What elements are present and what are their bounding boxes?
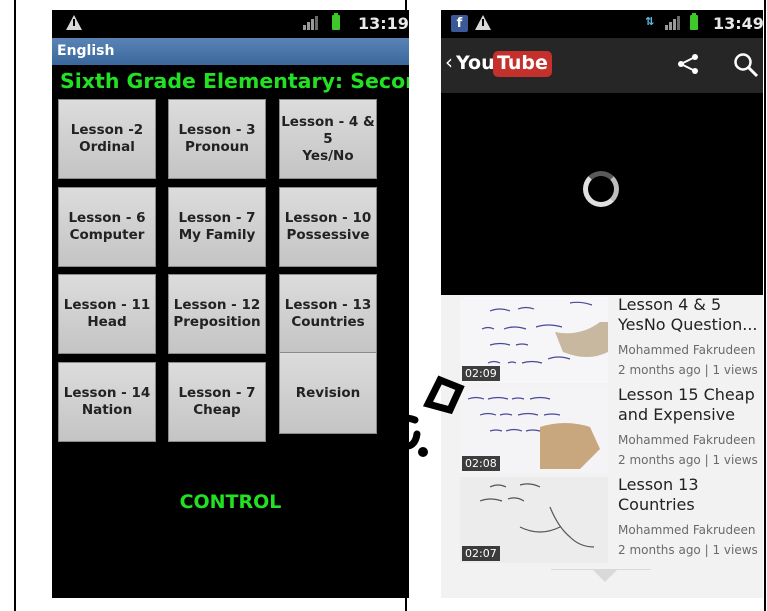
status-time-right: 13:49 (713, 14, 763, 33)
video-player[interactable] (441, 93, 763, 295)
video-duration: 02:08 (462, 456, 500, 471)
app-title-bar: English (52, 38, 409, 65)
lesson-topic: My Family (178, 227, 256, 243)
lesson-number: Lesson - 4 & 5 (281, 113, 375, 147)
loading-spinner-icon (583, 171, 619, 207)
lesson-number: Lesson - 11 (63, 297, 151, 313)
right-phone-screen: f ⇅ 13:49 ‹ You Tube 02:09 Lesson 4 & 5 … (441, 10, 763, 598)
lesson-number: Lesson - 14 (63, 385, 151, 401)
lesson-number: Lesson -2 (70, 122, 144, 138)
youtube-toolbar: ‹ You Tube (441, 38, 763, 93)
video-meta: 2 months ago | 1 views (618, 363, 758, 377)
share-icon[interactable] (676, 52, 700, 76)
lesson-number: Lesson - 3 (178, 122, 256, 138)
video-meta: 2 months ago | 1 views (618, 453, 758, 467)
grade-heading: Sixth Grade Elementary: Second (60, 69, 409, 93)
lesson-topic: Cheap (193, 402, 241, 418)
status-bar: 13:19 (52, 10, 409, 38)
frame-left-border (14, 0, 16, 611)
show-more-chevron-icon[interactable] (593, 570, 617, 582)
video-title: Lesson 4 & 5 YesNo Question... (618, 295, 758, 334)
search-icon[interactable] (733, 52, 759, 78)
lesson-topic: Ordinal (79, 139, 135, 155)
lesson-button[interactable]: Lesson - 14 Nation (58, 362, 156, 442)
lesson-topic: Preposition (173, 314, 261, 330)
control-button[interactable]: CONTROL (52, 491, 409, 513)
lesson-button[interactable]: Lesson - 7 My Family (168, 187, 266, 267)
video-thumbnail: 02:07 (460, 477, 608, 563)
video-author: Mohammed Fakrudeen (618, 523, 756, 537)
lesson-number: Lesson - 10 (284, 210, 372, 226)
lesson-button[interactable]: Lesson - 12 Preposition (168, 274, 266, 354)
lesson-topic: Yes/No (302, 147, 354, 164)
back-chevron-icon[interactable]: ‹ (445, 50, 453, 74)
lesson-number: Lesson - 13 (284, 297, 372, 313)
youtube-logo-tube: Tube (493, 51, 552, 77)
status-bar-right: f ⇅ 13:49 (441, 10, 763, 38)
lesson-topic: Nation (81, 402, 133, 418)
lesson-number: Lesson - 7 (178, 385, 256, 401)
video-list-item[interactable]: 02:08 Lesson 15 Cheap and Expensive Moha… (441, 385, 763, 475)
battery-icon (332, 13, 340, 30)
video-title: Lesson 15 Cheap and Expensive (618, 385, 755, 424)
lesson-button[interactable]: Lesson - 7 Cheap (168, 362, 266, 442)
lesson-number: Lesson - 12 (173, 297, 261, 313)
battery-icon (690, 13, 698, 30)
lesson-topic: Computer (69, 227, 145, 243)
app-title: English (57, 43, 115, 59)
lesson-number: Lesson - 7 (178, 210, 256, 226)
warning-icon (475, 15, 491, 30)
video-author: Mohammed Fakrudeen (618, 343, 756, 357)
lesson-topic: Pronoun (185, 139, 249, 155)
lesson-button[interactable]: Lesson - 4 & 5 Yes/No (279, 99, 377, 179)
video-thumbnail: 02:09 (460, 297, 608, 383)
video-author: Mohammed Fakrudeen (618, 433, 756, 447)
signal-icon (303, 16, 318, 30)
lesson-button[interactable]: Lesson -2 Ordinal (58, 99, 156, 179)
facebook-notification-icon: f (451, 15, 468, 32)
youtube-logo-you: You (456, 52, 495, 74)
signal-icon (665, 16, 680, 30)
video-thumbnail: 02:08 (460, 387, 608, 473)
video-list-item[interactable]: 02:07 Lesson 13 Countries Mohammed Fakru… (441, 475, 763, 565)
warning-icon (66, 15, 82, 30)
video-duration: 02:09 (462, 366, 500, 381)
lesson-number: Lesson - 6 (68, 210, 146, 226)
usb-icon: ⇅ (645, 15, 655, 28)
video-title: Lesson 13 Countries (618, 475, 699, 514)
status-time: 13:19 (358, 14, 409, 33)
frame-right-border (764, 0, 766, 611)
lesson-button[interactable]: Revision (279, 352, 377, 434)
lesson-button[interactable]: Lesson - 6 Computer (58, 187, 156, 267)
lesson-topic: Countries (291, 314, 365, 330)
video-duration: 02:07 (462, 546, 500, 561)
video-list-item[interactable]: 02:09 Lesson 4 & 5 YesNo Question... Moh… (441, 295, 763, 385)
lesson-number: Revision (295, 384, 361, 401)
video-meta: 2 months ago | 1 views (618, 543, 758, 557)
lesson-topic: Head (87, 314, 127, 330)
lesson-button[interactable]: Lesson - 13 Countries (279, 274, 377, 354)
lesson-button[interactable]: Lesson - 3 Pronoun (168, 99, 266, 179)
lesson-button[interactable]: Lesson - 11 Head (58, 274, 156, 354)
left-phone-screen: 13:19 English Sixth Grade Elementary: Se… (52, 10, 409, 598)
lesson-button[interactable]: Lesson - 10 Possessive (279, 187, 377, 267)
lesson-topic: Possessive (286, 227, 370, 243)
